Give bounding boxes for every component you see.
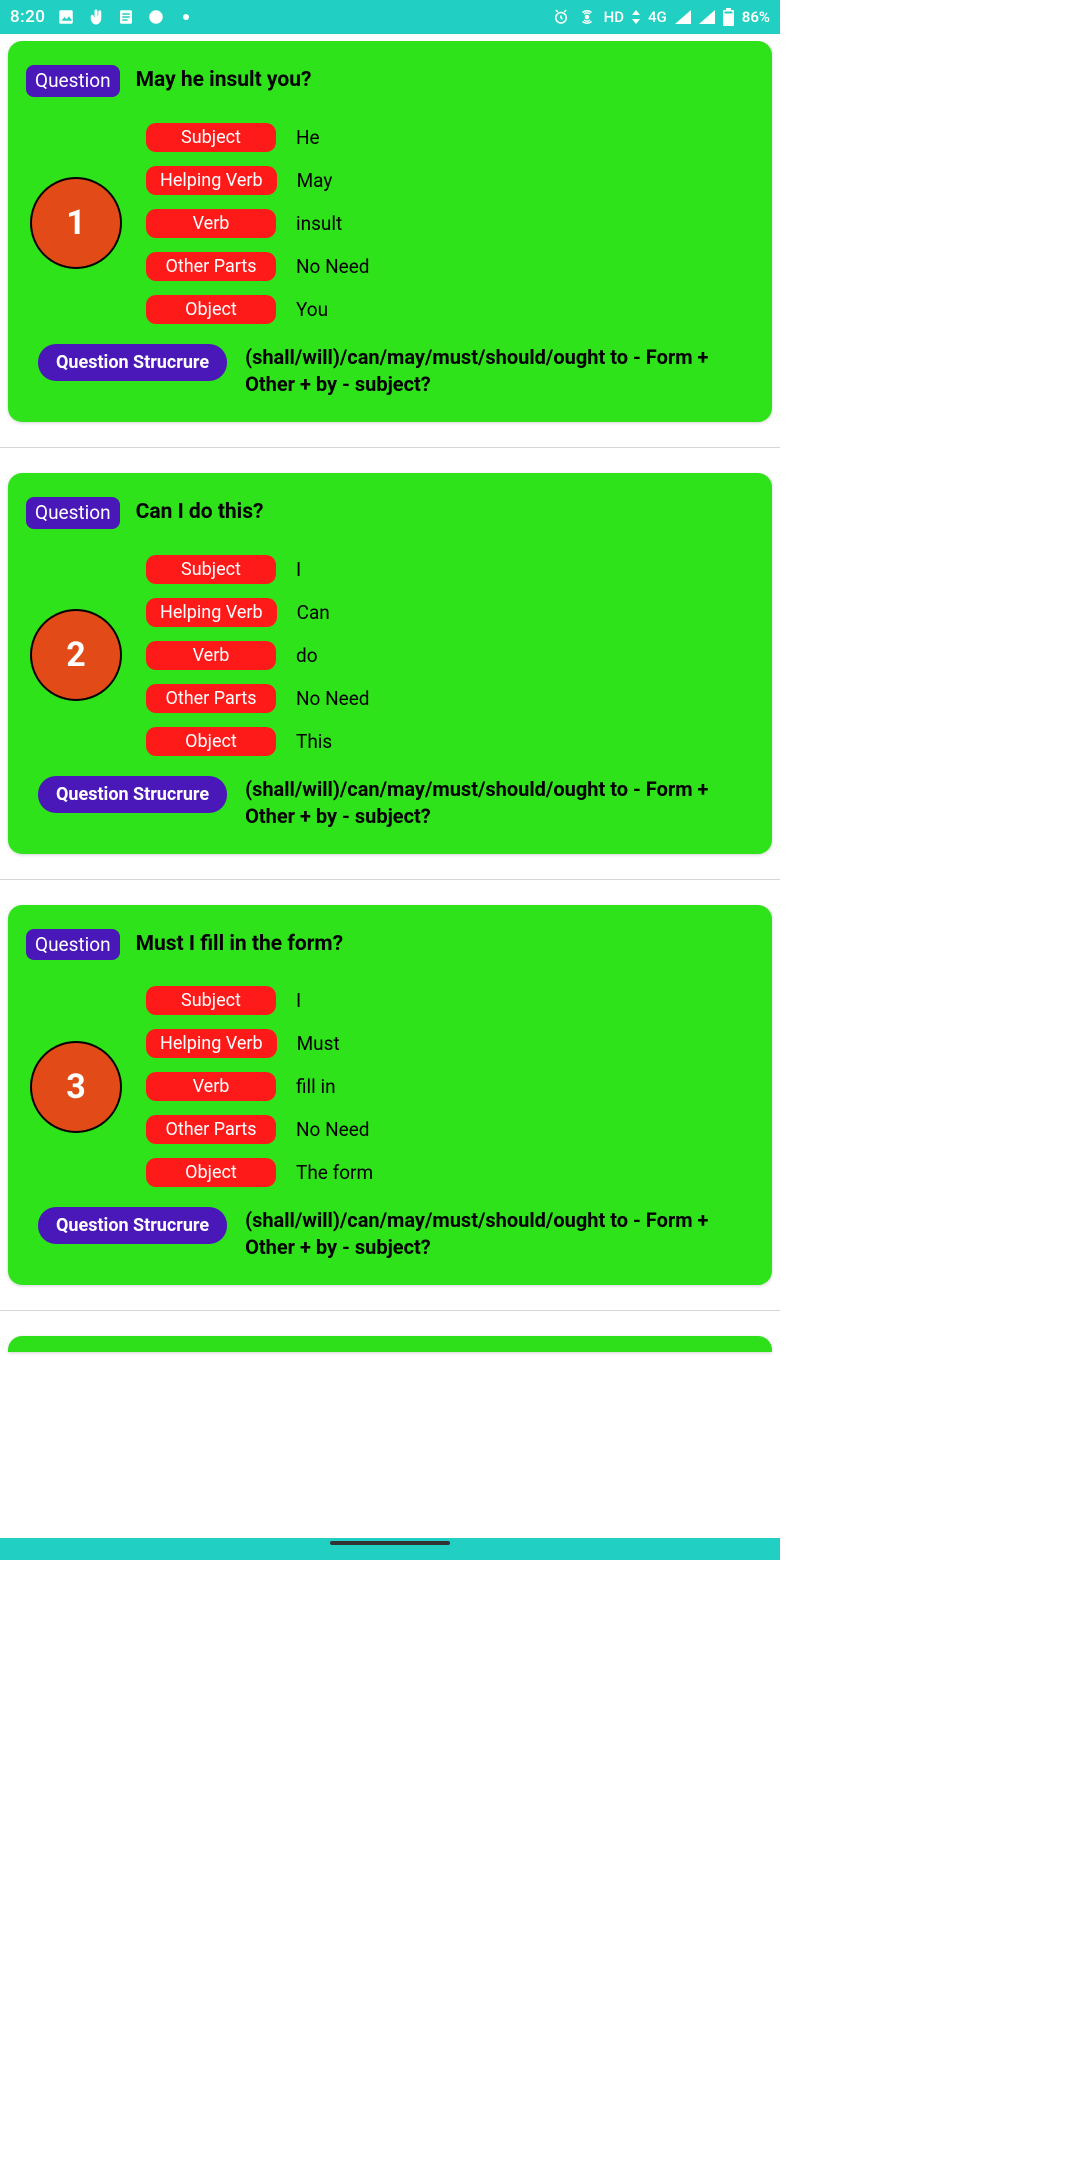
hand-icon: [87, 8, 105, 26]
row-other-parts: Other Parts No Need: [146, 684, 370, 713]
structure-text: (shall/will)/can/may/must/should/ought t…: [245, 776, 754, 830]
status-hd: HD: [604, 8, 624, 26]
signal-icon-2: [699, 10, 715, 24]
row-helping-verb: Helping Verb May: [146, 166, 370, 195]
divider: [0, 447, 780, 448]
question-card: Question May he insult you? 1 Subject He…: [8, 41, 772, 422]
label-object: Object: [146, 727, 276, 756]
value-verb: fill in: [296, 1075, 336, 1098]
spacer: [0, 34, 780, 41]
label-subject: Subject: [146, 555, 276, 584]
row-verb: Verb do: [146, 641, 370, 670]
question-card: Question Can I do this? 2 Subject I Help…: [8, 473, 772, 854]
status-clock: 8:20: [10, 7, 45, 27]
row-helping-verb: Helping Verb Must: [146, 1029, 373, 1058]
row-subject: Subject I: [146, 986, 373, 1015]
structure-text: (shall/will)/can/may/must/should/ought t…: [245, 344, 754, 398]
card-number: 3: [30, 1041, 122, 1133]
content-scroll[interactable]: Question May he insult you? 1 Subject He…: [0, 41, 780, 1532]
question-badge: Question: [26, 929, 120, 961]
label-subject: Subject: [146, 986, 276, 1015]
question-badge: Question: [26, 497, 120, 529]
value-object: This: [296, 730, 332, 753]
value-object: The form: [296, 1161, 373, 1184]
label-helping-verb: Helping Verb: [146, 598, 277, 627]
document-icon: [117, 8, 135, 26]
status-bar: 8:20 HD 4G: [0, 0, 780, 34]
question-text: Must I fill in the form?: [136, 929, 343, 958]
question-text: May he insult you?: [136, 65, 312, 94]
battery-icon: [723, 8, 734, 26]
next-card-peek: [8, 1336, 772, 1352]
status-battery-pct: 86%: [742, 8, 770, 26]
value-subject: I: [296, 989, 301, 1012]
row-verb: Verb insult: [146, 209, 370, 238]
value-helping-verb: May: [297, 169, 333, 192]
label-other-parts: Other Parts: [146, 684, 276, 713]
label-helping-verb: Helping Verb: [146, 166, 277, 195]
status-network: 4G: [648, 8, 667, 26]
hotspot-icon: [578, 8, 596, 26]
row-other-parts: Other Parts No Need: [146, 1115, 373, 1144]
alarm-icon: [552, 8, 570, 26]
value-other-parts: No Need: [296, 687, 370, 710]
value-verb: insult: [296, 212, 342, 235]
structure-badge: Question Strucrure: [38, 344, 227, 381]
structure-text: (shall/will)/can/may/must/should/ought t…: [245, 1207, 754, 1261]
row-subject: Subject I: [146, 555, 370, 584]
breakdown-rows: Subject I Helping Verb Can Verb do Other…: [146, 555, 370, 756]
row-helping-verb: Helping Verb Can: [146, 598, 370, 627]
breakdown-rows: Subject He Helping Verb May Verb insult …: [146, 123, 370, 324]
row-object: Object The form: [146, 1158, 373, 1187]
label-object: Object: [146, 295, 276, 324]
label-verb: Verb: [146, 209, 276, 238]
dot-icon: [183, 14, 189, 20]
value-helping-verb: Must: [297, 1032, 340, 1055]
label-helping-verb: Helping Verb: [146, 1029, 277, 1058]
label-object: Object: [146, 1158, 276, 1187]
row-object: Object You: [146, 295, 370, 324]
row-subject: Subject He: [146, 123, 370, 152]
circle-icon: [147, 8, 165, 26]
signal-icon: [675, 10, 691, 24]
card-number: 1: [30, 177, 122, 269]
android-nav-bar: [0, 1538, 780, 1560]
breakdown-rows: Subject I Helping Verb Must Verb fill in…: [146, 986, 373, 1187]
label-other-parts: Other Parts: [146, 252, 276, 281]
question-text: Can I do this?: [136, 497, 264, 526]
divider: [0, 1310, 780, 1311]
home-indicator[interactable]: [330, 1541, 450, 1545]
structure-badge: Question Strucrure: [38, 776, 227, 813]
value-object: You: [296, 298, 328, 321]
value-helping-verb: Can: [297, 601, 330, 624]
status-left: 8:20: [10, 7, 189, 27]
label-other-parts: Other Parts: [146, 1115, 276, 1144]
value-subject: I: [296, 558, 301, 581]
question-badge: Question: [26, 65, 120, 97]
row-other-parts: Other Parts No Need: [146, 252, 370, 281]
value-other-parts: No Need: [296, 255, 370, 278]
structure-badge: Question Strucrure: [38, 1207, 227, 1244]
row-object: Object This: [146, 727, 370, 756]
row-verb: Verb fill in: [146, 1072, 373, 1101]
label-verb: Verb: [146, 641, 276, 670]
question-card: Question Must I fill in the form? 3 Subj…: [8, 905, 772, 1286]
divider: [0, 879, 780, 880]
label-verb: Verb: [146, 1072, 276, 1101]
value-verb: do: [296, 644, 318, 667]
value-subject: He: [296, 126, 320, 149]
label-subject: Subject: [146, 123, 276, 152]
card-number: 2: [30, 609, 122, 701]
value-other-parts: No Need: [296, 1118, 370, 1141]
picture-icon: [57, 8, 75, 26]
data-arrows-icon: [632, 10, 640, 24]
status-right: HD 4G 86%: [552, 8, 770, 26]
